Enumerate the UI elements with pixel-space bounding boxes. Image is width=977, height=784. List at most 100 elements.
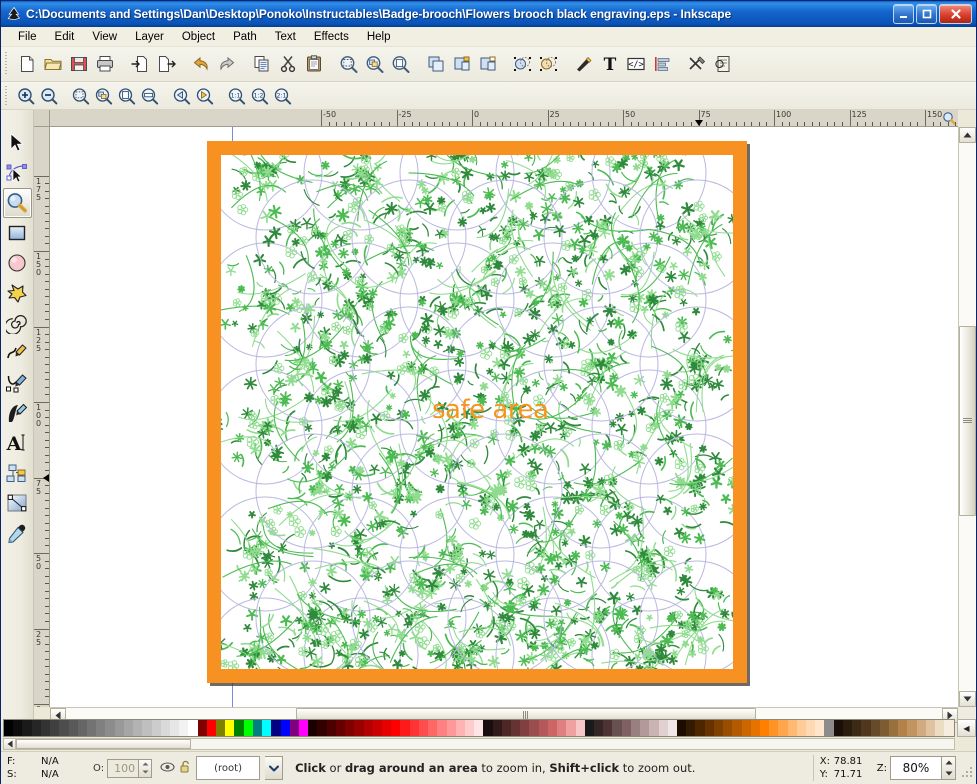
palette-menu-button[interactable]: ◀ <box>957 719 976 737</box>
zoom-page-icon-2[interactable] <box>115 85 138 107</box>
zoom-selection-icon[interactable] <box>336 51 362 77</box>
palette-swatch[interactable] <box>935 720 945 736</box>
palette-swatch[interactable] <box>299 720 309 736</box>
palette-swatch[interactable] <box>13 720 23 736</box>
palette-swatch[interactable] <box>400 720 410 736</box>
undo-icon[interactable] <box>188 51 214 77</box>
bezier-tool[interactable] <box>3 368 32 398</box>
palette-swatch[interactable] <box>621 720 631 736</box>
palette-swatch[interactable] <box>547 720 558 736</box>
cut-icon[interactable] <box>275 51 301 77</box>
palette-swatch[interactable] <box>86 720 97 736</box>
palette-swatch[interactable] <box>243 720 253 736</box>
copy-icon[interactable] <box>249 51 275 77</box>
palette-swatch[interactable] <box>732 720 742 736</box>
palette-swatch[interactable] <box>658 720 668 736</box>
palette-swatch[interactable] <box>428 720 438 736</box>
scroll-up-button[interactable] <box>959 127 976 143</box>
palette-swatch[interactable] <box>326 720 336 736</box>
group-icon[interactable] <box>449 51 475 77</box>
menu-text[interactable]: Text <box>266 29 305 45</box>
color-palette[interactable] <box>3 719 955 737</box>
unlock-icon[interactable] <box>180 760 191 776</box>
palette-swatch[interactable] <box>197 720 207 736</box>
zoom-page-icon[interactable] <box>388 51 414 77</box>
redo-icon[interactable] <box>214 51 240 77</box>
fill-stroke-dialog-icon[interactable] <box>571 51 597 77</box>
palette-swatch[interactable] <box>557 720 567 736</box>
palette-swatch[interactable] <box>898 720 908 736</box>
close-button[interactable] <box>939 4 972 24</box>
palette-swatch[interactable] <box>575 720 585 736</box>
palette-swatch[interactable] <box>96 720 106 736</box>
zoom-stepper[interactable] <box>942 756 956 780</box>
palette-swatch[interactable] <box>889 720 899 736</box>
palette-swatch[interactable] <box>723 720 733 736</box>
toolbar-grip[interactable] <box>3 52 11 76</box>
palette-swatch[interactable] <box>667 720 677 736</box>
palette-swatch[interactable] <box>520 720 530 736</box>
palette-swatch[interactable] <box>464 720 475 736</box>
palette-swatch[interactable] <box>815 720 825 736</box>
palette-swatch[interactable] <box>280 720 290 736</box>
palette-swatch[interactable] <box>750 720 760 736</box>
zoom-toolbar-grip[interactable] <box>3 85 11 106</box>
menu-help[interactable]: Help <box>358 29 400 45</box>
print-document-icon[interactable] <box>92 51 118 77</box>
layer-select[interactable]: (root) <box>196 756 261 780</box>
palette-swatch[interactable] <box>686 720 696 736</box>
palette-swatch[interactable] <box>123 720 134 736</box>
palette-swatch[interactable] <box>225 720 235 736</box>
palette-swatch[interactable] <box>704 720 714 736</box>
raise-to-top-icon[interactable] <box>510 51 536 77</box>
menu-edit[interactable]: Edit <box>46 29 84 45</box>
palette-swatch[interactable] <box>769 720 779 736</box>
palette-swatch[interactable] <box>363 720 373 736</box>
menu-view[interactable]: View <box>83 29 126 45</box>
palette-swatch[interactable] <box>741 720 751 736</box>
palette-swatch[interactable] <box>216 720 226 736</box>
palette-swatch[interactable] <box>879 720 889 736</box>
ruler-corner[interactable] <box>34 110 50 127</box>
palette-swatch[interactable] <box>584 720 594 736</box>
text-properties-icon[interactable]: T <box>597 51 623 77</box>
palette-swatch[interactable] <box>68 720 78 736</box>
palette-swatch[interactable] <box>566 720 576 736</box>
text-tool[interactable]: A <box>3 428 32 458</box>
zoom-1-1-icon[interactable]: 1:1 <box>225 85 248 107</box>
palette-swatch[interactable] <box>179 720 189 736</box>
palette-swatch[interactable] <box>105 720 115 736</box>
save-document-icon[interactable] <box>66 51 92 77</box>
palette-swatch[interactable] <box>234 720 244 736</box>
palette-swatch[interactable] <box>133 720 143 736</box>
zoom-out-icon[interactable] <box>37 85 60 107</box>
gradient-tool[interactable] <box>3 488 32 518</box>
palette-swatch[interactable] <box>612 720 622 736</box>
new-document-icon[interactable] <box>14 51 40 77</box>
palette-swatch[interactable] <box>289 720 299 736</box>
menu-effects[interactable]: Effects <box>305 29 358 45</box>
palette-swatch[interactable] <box>870 720 880 736</box>
zoom-control[interactable]: Z: 80% <box>877 756 956 780</box>
palette-swatch[interactable] <box>188 720 198 736</box>
palette-swatch[interactable] <box>842 720 853 736</box>
calligraphy-tool[interactable] <box>3 398 32 428</box>
node-editor-tool[interactable] <box>3 158 32 188</box>
palette-swatch[interactable] <box>529 720 539 736</box>
zoom-previous-icon[interactable] <box>170 85 193 107</box>
palette-swatch[interactable] <box>77 720 87 736</box>
palette-swatch[interactable] <box>695 720 705 736</box>
palette-swatch[interactable] <box>345 720 355 736</box>
palette-swatch[interactable] <box>114 720 124 736</box>
palette-swatch[interactable] <box>925 720 936 736</box>
zoom-drawing-icon-2[interactable] <box>92 85 115 107</box>
palette-swatch[interactable] <box>381 720 392 736</box>
palette-swatch[interactable] <box>409 720 419 736</box>
palette-swatch[interactable] <box>649 720 659 736</box>
palette-swatch[interactable] <box>40 720 51 736</box>
zoom-step-down[interactable] <box>942 768 955 779</box>
window-resize-grip[interactable] <box>960 765 974 779</box>
zoom-step-up[interactable] <box>942 757 955 768</box>
star-tool[interactable] <box>3 278 32 308</box>
palette-swatch[interactable] <box>252 720 263 736</box>
